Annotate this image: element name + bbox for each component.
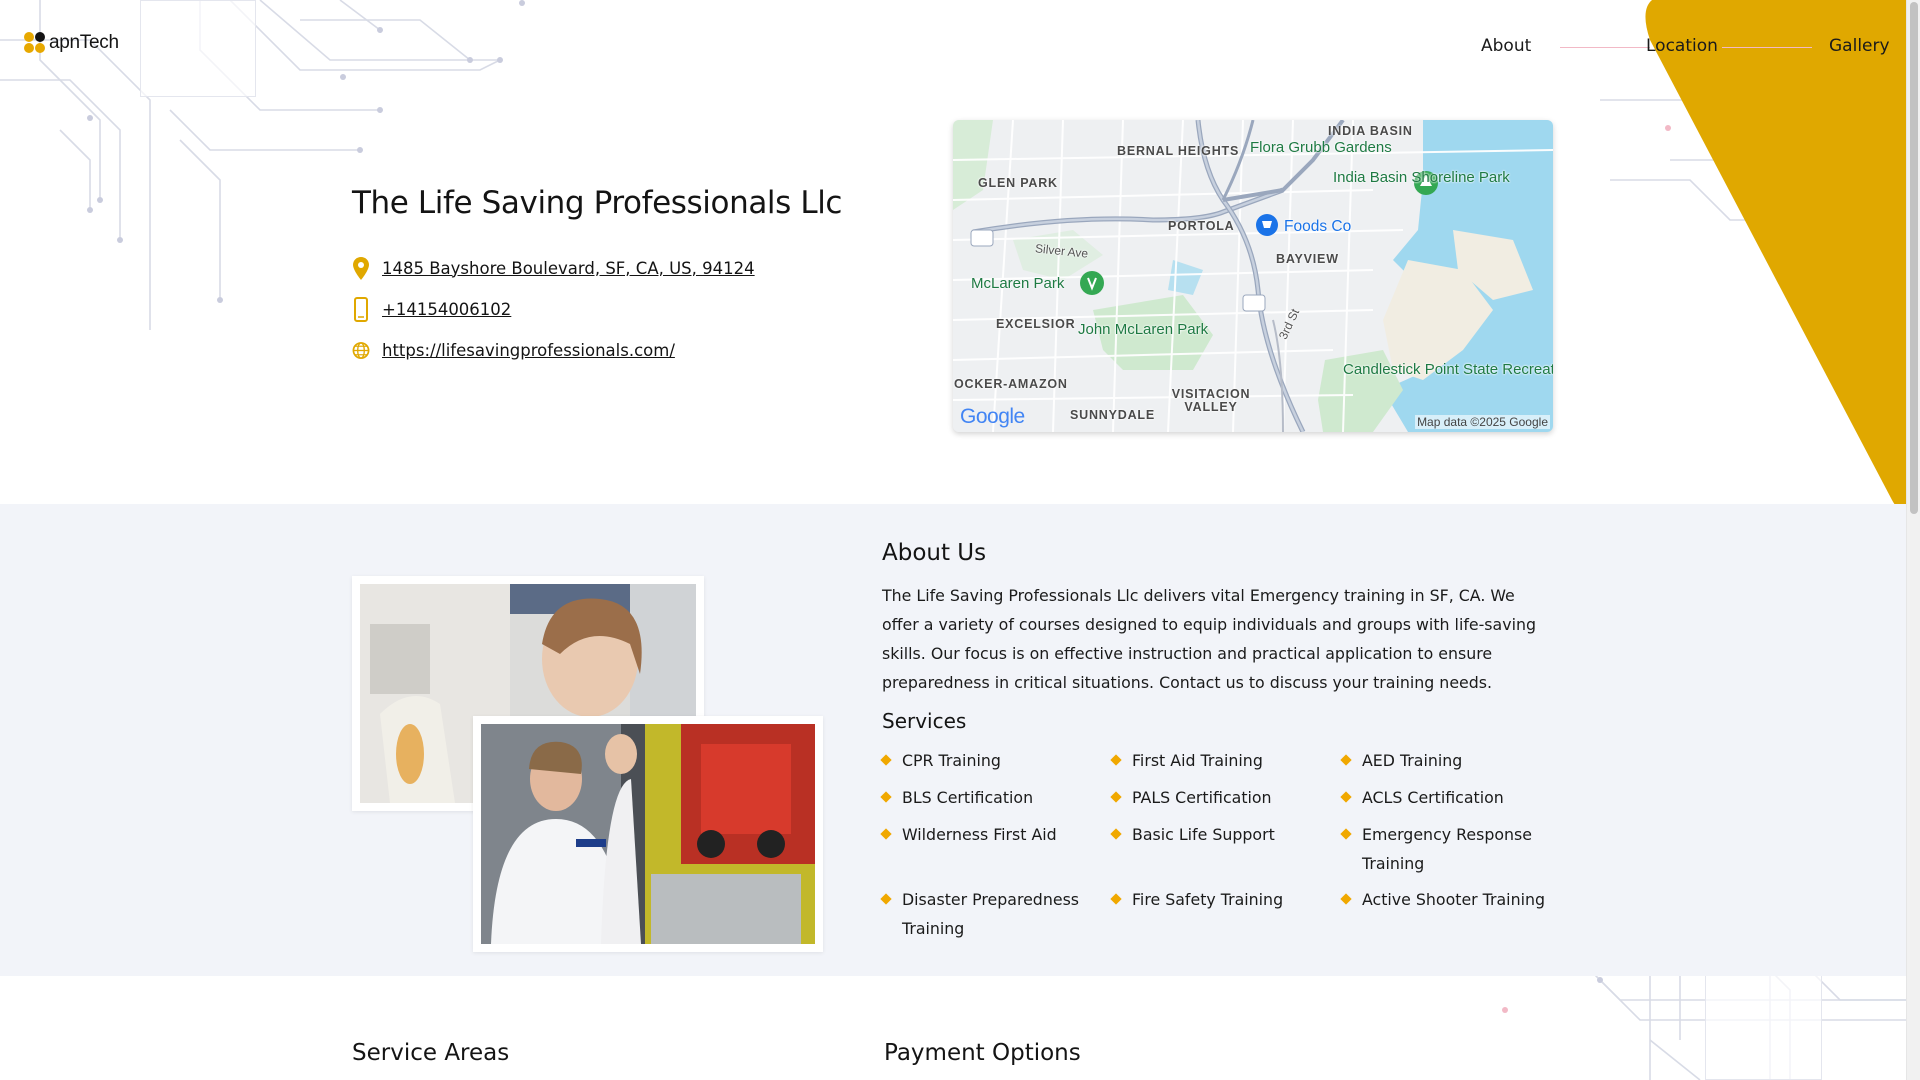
- map-label: Flora Grubb Gardens: [1250, 139, 1392, 156]
- service-item: Disaster Preparedness Training: [880, 885, 1097, 943]
- map-label: INDIA BASIN: [1328, 124, 1413, 138]
- about-paragraph: The Life Saving Professionals Llc delive…: [882, 586, 1536, 692]
- diamond-bullet-icon: [1340, 791, 1352, 803]
- service-item: Active Shooter Training: [1340, 885, 1557, 914]
- photo-image: [481, 724, 815, 944]
- map-label: PORTOLA: [1168, 219, 1235, 233]
- service-label: First Aid Training: [1132, 751, 1263, 770]
- nav-location-link[interactable]: Location: [1646, 36, 1718, 56]
- service-item: Fire Safety Training: [1110, 885, 1327, 914]
- diamond-bullet-icon: [880, 828, 892, 840]
- phone-row: +14154006102: [352, 296, 511, 322]
- diamond-bullet-icon: [1340, 828, 1352, 840]
- service-item: AED Training: [1340, 746, 1557, 775]
- map-label: VISITACION VALLEY: [1171, 387, 1251, 414]
- scrollbar-thumb[interactable]: [1910, 2, 1918, 514]
- diamond-bullet-icon: [880, 893, 892, 905]
- service-item: Wilderness First Aid: [880, 820, 1097, 849]
- diamond-bullet-icon: [1110, 791, 1122, 803]
- gold-accent-shape: [1645, 0, 1906, 509]
- service-label: Basic Life Support: [1132, 825, 1275, 844]
- diamond-bullet-icon: [1340, 754, 1352, 766]
- address-row: 1485 Bayshore Boulevard, SF, CA, US, 941…: [352, 256, 755, 280]
- service-label: Emergency Response Training: [1362, 825, 1532, 873]
- service-label: Fire Safety Training: [1132, 890, 1284, 909]
- page-scrollbar[interactable]: [1906, 0, 1920, 1080]
- phone-link[interactable]: +14154006102: [382, 300, 511, 319]
- service-label: PALS Certification: [1132, 788, 1272, 807]
- nav-gallery-link[interactable]: Gallery: [1829, 36, 1890, 56]
- phone-icon: [352, 296, 370, 322]
- website-row: https://lifesavingprofessionals.com/: [352, 338, 675, 362]
- service-item: CPR Training: [880, 746, 1097, 775]
- map-label: John McLaren Park: [1078, 321, 1209, 338]
- diamond-bullet-icon: [1340, 893, 1352, 905]
- map-label: India Basin Shoreline Park: [1333, 169, 1510, 186]
- payment-options-heading: Payment Options: [884, 1040, 1081, 1066]
- service-item: BLS Certification: [880, 783, 1097, 812]
- map-label: BAYVIEW: [1276, 252, 1339, 266]
- address-link[interactable]: 1485 Bayshore Boulevard, SF, CA, US, 941…: [382, 259, 755, 278]
- service-label: Active Shooter Training: [1362, 890, 1546, 909]
- business-name: The Life Saving Professionals Llc: [352, 185, 843, 221]
- map-label: GLEN PARK: [978, 176, 1058, 190]
- service-label: ACLS Certification: [1362, 788, 1504, 807]
- map-label: Candlestick Point State Recreation Area: [1343, 361, 1553, 378]
- logo-mark-icon: [24, 31, 46, 55]
- nav-divider: [1560, 47, 1650, 48]
- service-label: Disaster Preparedness Training: [902, 890, 1080, 938]
- brand-name: apnTech: [49, 32, 119, 53]
- map-label: EXCELSIOR: [996, 317, 1076, 331]
- google-logo: Google: [960, 405, 1025, 428]
- map-attribution: Map data ©2025 Google: [1415, 415, 1550, 429]
- website-link[interactable]: https://lifesavingprofessionals.com/: [382, 341, 675, 360]
- map-label: BERNAL HEIGHTS: [1117, 144, 1240, 158]
- service-item: Basic Life Support: [1110, 820, 1327, 849]
- diamond-bullet-icon: [880, 791, 892, 803]
- service-label: Wilderness First Aid: [902, 825, 1057, 844]
- service-item: Emergency Response Training: [1340, 820, 1542, 878]
- brand-logo[interactable]: apnTech: [24, 31, 119, 55]
- about-heading: About Us: [882, 540, 987, 566]
- decorative-square-top: [140, 0, 256, 97]
- location-map[interactable]: INDIA BASIN BERNAL HEIGHTS Flora Grubb G…: [953, 120, 1553, 432]
- decorative-square-bottom: [1705, 962, 1822, 1080]
- service-label: AED Training: [1362, 751, 1463, 770]
- location-pin-icon: [352, 256, 370, 280]
- globe-icon: [352, 338, 370, 362]
- diamond-bullet-icon: [1110, 754, 1122, 766]
- diamond-bullet-icon: [880, 754, 892, 766]
- map-label: McLaren Park: [971, 275, 1065, 292]
- service-label: BLS Certification: [902, 788, 1034, 807]
- diamond-bullet-icon: [1110, 828, 1122, 840]
- map-label: Foods Co: [1284, 218, 1352, 235]
- map-label: SUNNYDALE: [1070, 408, 1155, 422]
- nav-about-link[interactable]: About: [1481, 36, 1531, 56]
- services-heading: Services: [882, 709, 967, 733]
- photo-paramedics: [473, 716, 823, 952]
- service-item: First Aid Training: [1110, 746, 1327, 775]
- map-label: OCKER-AMAZON: [954, 377, 1068, 391]
- nav-divider: [1722, 47, 1812, 48]
- service-item: PALS Certification: [1110, 783, 1327, 812]
- service-item: ACLS Certification: [1340, 783, 1557, 812]
- diamond-bullet-icon: [1110, 893, 1122, 905]
- service-areas-heading: Service Areas: [352, 1040, 510, 1066]
- service-label: CPR Training: [902, 751, 1001, 770]
